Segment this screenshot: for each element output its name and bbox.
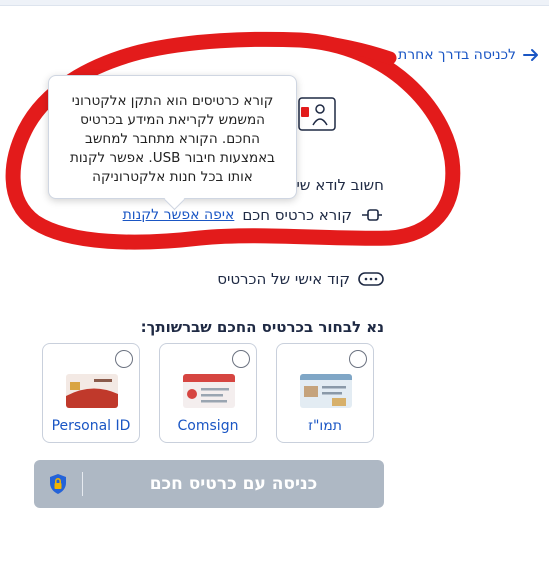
usb-reader-icon bbox=[362, 209, 382, 221]
alt-login-label: לכניסה בדרך אחרת bbox=[398, 47, 516, 63]
personal-id-card-image bbox=[66, 374, 118, 408]
where-to-buy-link[interactable]: איפה אפשר לקנות bbox=[123, 207, 235, 223]
card-reader-tooltip: קורא כרטיסים הוא התקן אלקטרוני המשמש לקר… bbox=[48, 75, 297, 211]
card-option-teudat-zehut[interactable]: תמו"ז bbox=[276, 343, 374, 443]
pin-code-icon bbox=[358, 272, 384, 286]
choose-card-label: נא לבחור בכרטיס החכם שברשותך: bbox=[140, 318, 384, 336]
top-bar bbox=[0, 0, 549, 6]
card-option-personal-id[interactable]: Personal ID bbox=[42, 343, 140, 443]
pin-label: קוד אישי של הכרטיס bbox=[217, 270, 350, 288]
radio-button[interactable] bbox=[349, 350, 367, 368]
smart-card-login-button[interactable]: כניסה עם כרטיס חכם bbox=[34, 460, 384, 508]
radio-button[interactable] bbox=[115, 350, 133, 368]
alt-login-link[interactable]: לכניסה בדרך אחרת bbox=[394, 44, 540, 66]
tooltip-text: קורא כרטיסים הוא התקן אלקטרוני המשמש לקר… bbox=[70, 93, 275, 185]
card-label: Personal ID bbox=[51, 418, 131, 434]
biometric-id-card-image bbox=[300, 374, 352, 408]
comsign-card-image bbox=[183, 374, 235, 408]
reader-label: קורא כרטיס חכם bbox=[242, 206, 352, 224]
card-label: Comsign bbox=[177, 418, 239, 434]
card-options: Personal ID Comsign תמו"ז bbox=[42, 343, 384, 443]
card-label: תמו"ז bbox=[308, 418, 342, 434]
shield-lock-icon bbox=[50, 474, 66, 494]
card-option-comsign[interactable]: Comsign bbox=[159, 343, 257, 443]
requirement-pin: קוד אישי של הכרטיס bbox=[217, 268, 384, 290]
card-reader-illustration bbox=[298, 97, 336, 131]
radio-button[interactable] bbox=[232, 350, 250, 368]
requirement-reader: קורא כרטיס חכם איפה אפשר לקנות bbox=[123, 204, 384, 226]
arrow-right-icon bbox=[523, 49, 538, 61]
login-button-label: כניסה עם כרטיס חכם bbox=[149, 474, 318, 494]
requirements-title: חשוב לודא שי bbox=[296, 176, 384, 194]
